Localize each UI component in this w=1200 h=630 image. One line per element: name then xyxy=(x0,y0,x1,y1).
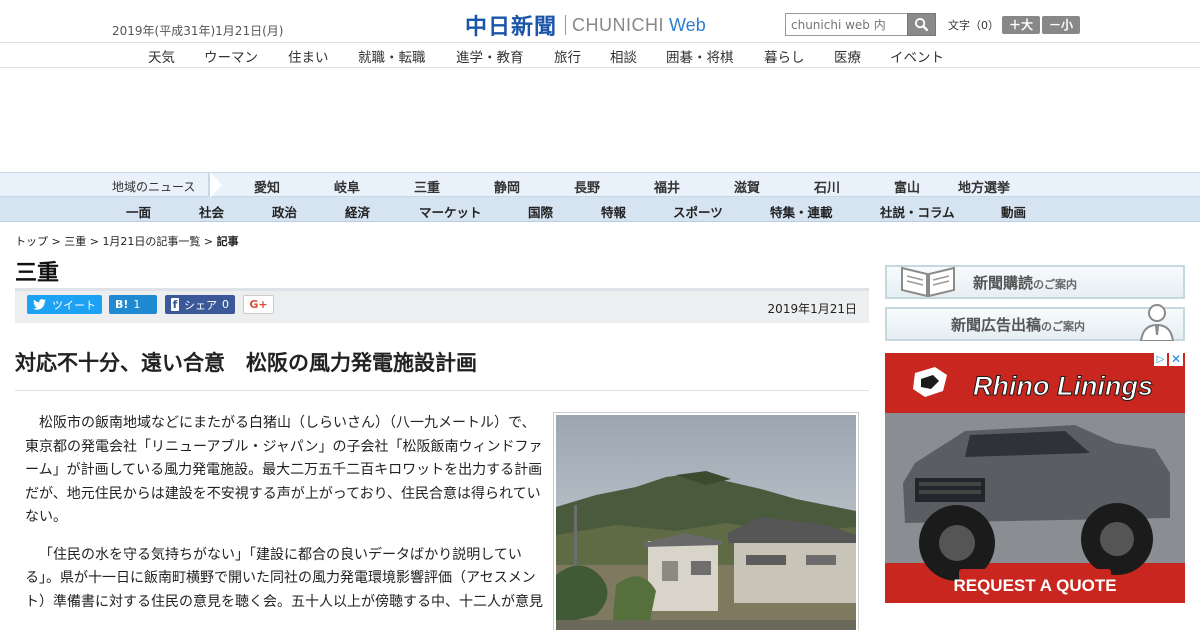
site-logo[interactable]: 中日新聞 CHUNICHI Web xyxy=(465,9,706,41)
category-nav: 一面 社会 政治 経済 マーケット 国際 特報 スポーツ 特集・連載 社説・コラ… xyxy=(0,197,1200,222)
advertisement[interactable]: Rhino Linings REQUEST A QUOTE ▷ ✕ xyxy=(885,353,1185,603)
article-paragraph: 「住民の水を守る気持ちがない」「建設に都合の良いデータばかり説明している」。県が… xyxy=(25,546,543,610)
search-icon xyxy=(914,17,929,32)
breadcrumb-top-link[interactable]: トップ xyxy=(15,235,48,248)
category-tab[interactable]: マーケット xyxy=(419,202,482,221)
region-tab[interactable]: 地方選挙 xyxy=(958,177,1010,196)
region-nav-arrow-fill xyxy=(210,172,222,198)
section-title: 三重 xyxy=(15,261,60,286)
twitter-bird-icon xyxy=(33,299,46,310)
facebook-share-count: 0 xyxy=(222,298,229,311)
site-search xyxy=(785,13,936,36)
subscription-banner-suffix: のご案内 xyxy=(1033,278,1078,291)
region-nav: 地域のニュース 愛知 岐阜 三重 静岡 長野 福井 滋賀 石川 富山 地方選挙 xyxy=(0,172,1200,198)
hatena-bookmark-button[interactable]: B! 1 xyxy=(109,295,157,314)
logo-web: Web xyxy=(669,14,706,35)
breadcrumb-separator: > xyxy=(48,235,65,248)
facebook-icon: f xyxy=(171,298,179,311)
region-tab[interactable]: 石川 xyxy=(814,177,840,196)
search-input[interactable] xyxy=(785,13,907,36)
service-nav-item[interactable]: 就職・転職 xyxy=(358,46,426,66)
article-paragraph: 松阪市の飯南地域などにまたがる白猪山（しらいさん）（八一九メートル）で、東京都の… xyxy=(25,415,543,525)
category-tab[interactable]: 社会 xyxy=(199,202,224,221)
hatena-icon: B! xyxy=(115,298,129,311)
region-nav-label: 地域のニュース xyxy=(112,180,196,194)
ad-cta-text: REQUEST A QUOTE xyxy=(953,576,1116,595)
breadcrumb-separator: > xyxy=(86,235,103,248)
region-tab[interactable]: 長野 xyxy=(574,177,600,196)
advertising-banner-title: 新聞広告出稿 xyxy=(951,316,1042,334)
font-larger-button[interactable]: ＋大 xyxy=(1002,16,1040,34)
advertising-banner[interactable]: 新聞広告出稿のご案内 xyxy=(885,304,1185,341)
breadcrumb: トップ > 三重 > 1月21日の記事一覧 > 記事 xyxy=(15,233,239,249)
font-smaller-button[interactable]: －小 xyxy=(1042,16,1080,34)
businessman-icon xyxy=(1139,304,1175,341)
article-body: 松阪市の飯南地域などにまたがる白猪山（しらいさん）（八一九メートル）で、東京都の… xyxy=(25,412,547,628)
service-nav-item[interactable]: 旅行 xyxy=(554,46,581,66)
service-nav-item[interactable]: 天気 xyxy=(148,46,175,66)
article-headline: 対応不十分、遠い合意 松阪の風力発電施設計画 xyxy=(15,347,869,391)
ad-brand-text: Rhino Linings xyxy=(973,371,1153,401)
region-tab[interactable]: 富山 xyxy=(894,177,920,196)
advertising-banner-suffix: のご案内 xyxy=(1041,320,1086,333)
subscription-banner-label: 新聞購読のご案内 xyxy=(973,272,1077,293)
category-tab[interactable]: 特集・連載 xyxy=(770,202,833,221)
category-tab[interactable]: スポーツ xyxy=(673,202,723,221)
logo-separator xyxy=(565,15,567,35)
category-tab[interactable]: 政治 xyxy=(272,202,297,221)
logo-en: CHUNICHI xyxy=(572,14,665,35)
share-bar: ツイート B! 1 f シェア 0 G+ 2019年1月21日 xyxy=(15,288,869,323)
ad-creative: Rhino Linings REQUEST A QUOTE xyxy=(885,353,1185,603)
article-photo[interactable] xyxy=(553,412,859,630)
font-size-label: 文字（0） xyxy=(948,19,999,32)
tweet-label: ツイート xyxy=(52,298,96,312)
site-header: 2019年(平成31年)1月21日(月) 中日新聞 CHUNICHI Web 文… xyxy=(0,0,1200,42)
advertising-banner-label: 新聞広告出稿のご案内 xyxy=(951,314,1085,335)
open-book-icon xyxy=(901,266,955,298)
ad-choices-icon[interactable]: ▷ xyxy=(1154,353,1167,366)
category-tab[interactable]: 一面 xyxy=(126,202,151,221)
category-tab[interactable]: 特報 xyxy=(601,202,626,221)
service-nav-item[interactable]: 進学・教育 xyxy=(456,46,524,66)
logo-kanji: 中日新聞 xyxy=(465,14,558,40)
article-photo-image xyxy=(556,415,856,630)
ad-close-icon[interactable]: ✕ xyxy=(1169,353,1183,366)
region-tab[interactable]: 静岡 xyxy=(494,177,520,196)
breadcrumb-current: 記事 xyxy=(216,235,239,248)
facebook-share-label: シェア xyxy=(184,298,217,312)
category-tab[interactable]: 経済 xyxy=(345,202,370,221)
region-tab[interactable]: 福井 xyxy=(654,177,680,196)
service-nav-item[interactable]: ウーマン xyxy=(204,46,258,66)
service-nav-item[interactable]: イベント xyxy=(890,46,944,66)
hatena-count: 1 xyxy=(133,298,141,311)
breadcrumb-separator: > xyxy=(200,235,217,248)
category-tab[interactable]: 社説・コラム xyxy=(880,202,955,221)
service-nav-item[interactable]: 相談 xyxy=(610,46,637,66)
facebook-share-button[interactable]: f シェア 0 xyxy=(165,295,235,314)
region-tab[interactable]: 三重 xyxy=(414,177,440,196)
service-nav-item[interactable]: 医療 xyxy=(834,46,861,66)
category-tab[interactable]: 動画 xyxy=(1001,202,1026,221)
breadcrumb-list-link[interactable]: 1月21日の記事一覧 xyxy=(102,235,200,248)
service-nav-item[interactable]: 住まい xyxy=(288,46,329,66)
category-tab[interactable]: 国際 xyxy=(528,202,553,221)
breadcrumb-region-link[interactable]: 三重 xyxy=(64,235,86,248)
subscription-banner[interactable]: 新聞購読のご案内 xyxy=(885,265,1185,299)
service-nav-item[interactable]: 囲碁・将棋 xyxy=(666,46,734,66)
region-tab[interactable]: 愛知 xyxy=(254,177,280,196)
region-tab[interactable]: 岐阜 xyxy=(334,177,360,196)
service-nav: 天気 ウーマン 住まい 就職・転職 進学・教育 旅行 相談 囲碁・将棋 暮らし … xyxy=(0,42,1200,68)
region-tab[interactable]: 滋賀 xyxy=(734,177,760,196)
tweet-button[interactable]: ツイート xyxy=(27,295,102,314)
subscription-banner-title: 新聞購読 xyxy=(973,274,1034,292)
google-plus-button[interactable]: G+ xyxy=(243,295,274,314)
header-date: 2019年(平成31年)1月21日(月) xyxy=(112,24,284,38)
article-date: 2019年1月21日 xyxy=(767,302,857,316)
service-nav-item[interactable]: 暮らし xyxy=(764,46,805,66)
search-button[interactable] xyxy=(907,13,936,36)
